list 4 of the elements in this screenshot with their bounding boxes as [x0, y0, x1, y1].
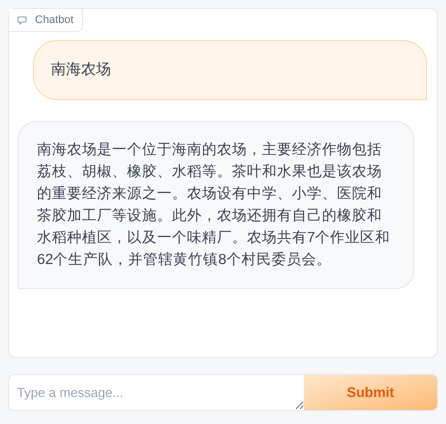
user-message: 南海农场 — [33, 40, 427, 100]
bot-message: 南海农场是一个位于海南的农场，主要经济作物包括荔枝、胡椒、橡胶、水稻等。茶叶和水果也是该农场的重要经济来源之一。农场设有中学、小学、医院和茶胶加工厂等设施。此外，农场还拥有自己的橡胶和水稻种植区，以及一个味精厂。农场共有7个作业区和62个生产队，并管辖黄竹镇8个村民委员会。 — [18, 121, 414, 289]
chat-bubble-icon — [17, 16, 27, 24]
chatbot-label: Chatbot — [9, 9, 83, 32]
